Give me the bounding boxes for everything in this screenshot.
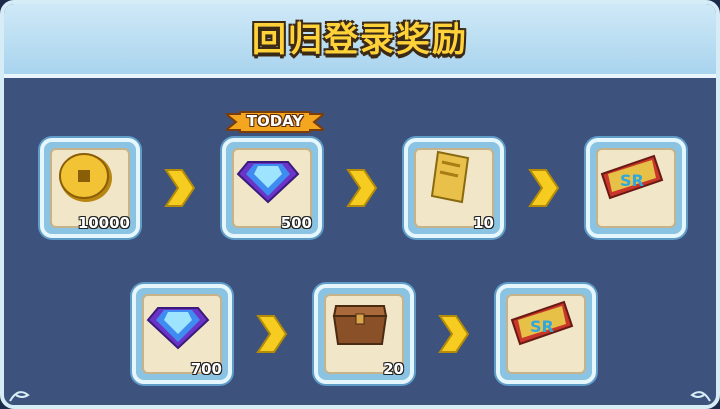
reward-slot-day4[interactable]: SR [586,138,686,238]
svg-text:SR: SR [530,317,554,336]
reward-slot-day6[interactable]: 20 [314,284,414,384]
arrow-icon [164,169,196,207]
coin-icon [59,153,112,202]
ticket-icon [430,150,470,204]
reward-slot-day2[interactable]: 500 [222,138,322,238]
corner-ornament-icon [690,391,711,402]
reward-slot-day3[interactable]: 10 [404,138,504,238]
diamond-icon [146,307,210,350]
today-badge: TODAY [246,112,304,130]
reward-quantity: 10 [473,214,494,232]
panel-title: 回归登录奖励 [252,20,468,60]
corner-ornament-icon [9,391,30,402]
arrow-icon [346,169,378,207]
sr-ticket-icon: SR [510,300,574,346]
arrow-icon [438,315,470,353]
arrow-icon [528,169,560,207]
sr-ticket-icon: SR [600,154,664,200]
login-reward-panel: 回归登录奖励 TODAY 10000 500 10 SR 700 20 SR [0,0,720,409]
svg-text:SR: SR [620,171,644,190]
reward-slot-day1[interactable]: 10000 [40,138,140,238]
reward-slot-day5[interactable]: 700 [132,284,232,384]
reward-quantity: 10000 [77,214,130,232]
reward-slot-day7[interactable]: SR [496,284,596,384]
diamond-icon [236,161,300,204]
reward-quantity: 500 [280,214,312,232]
arrow-icon [256,315,288,353]
reward-quantity: 700 [190,360,222,378]
reward-quantity: 20 [383,360,404,378]
chest-icon [332,305,388,345]
